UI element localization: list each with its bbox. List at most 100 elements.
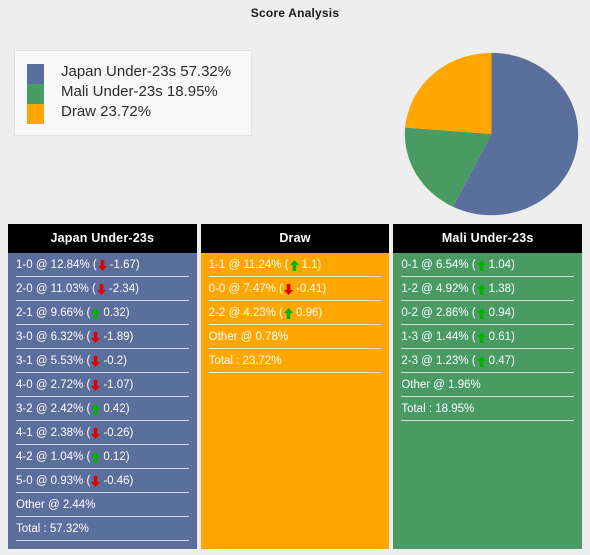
- score-row[interactable]: 1-1 @ 11.24% ( 1.1): [208, 253, 382, 277]
- score-row-delta: -2.34): [108, 282, 139, 295]
- column-header-draw: Draw: [200, 224, 390, 253]
- score-row-delta: 0.42): [103, 402, 130, 415]
- score-row[interactable]: 2-0 @ 11.03% (-2.34): [16, 277, 189, 301]
- score-row[interactable]: 3-0 @ 6.32% ( -1.89): [16, 325, 189, 349]
- score-row[interactable]: 3-1 @ 5.53% ( -0.2): [16, 349, 189, 373]
- score-row-delta: 0.94): [488, 306, 515, 319]
- score-row-text: 3-0 @ 6.32% (: [16, 330, 91, 343]
- score-row[interactable]: Other @ 2.44%: [16, 493, 189, 517]
- score-row-delta: 1.04): [488, 258, 515, 271]
- arrow-up-icon: [91, 308, 101, 319]
- arrow-up-icon: [91, 404, 101, 415]
- score-analysis-chart: Japan Under-23s 57.32% Mali Under-23s 18.…: [0, 22, 590, 220]
- score-row[interactable]: Total : 57.32%: [16, 517, 189, 541]
- score-row-text: 1-3 @ 1.44% (: [401, 330, 476, 343]
- score-row-text: 0-0 @ 7.47% (: [208, 282, 283, 295]
- score-row-text: 3-1 @ 5.53% (: [16, 354, 91, 367]
- score-row-delta: -0.26): [103, 426, 134, 439]
- arrow-up-icon: [476, 260, 486, 271]
- page-title: Score Analysis: [250, 6, 340, 20]
- score-row-text: Total : 23.72%: [208, 354, 282, 367]
- score-row-text: Other @ 2.44%: [16, 498, 96, 511]
- score-row-delta: 0.96): [296, 306, 323, 319]
- arrow-up-icon: [476, 356, 486, 367]
- arrow-down-icon: [97, 260, 107, 271]
- score-row[interactable]: 2-1 @ 9.66% ( 0.32): [16, 301, 189, 325]
- score-row[interactable]: 0-2 @ 2.86% (0.94): [401, 301, 575, 325]
- score-row-text: Other @ 1.96%: [401, 378, 481, 391]
- arrow-up-icon: [91, 452, 101, 463]
- score-row[interactable]: Other @ 0.78%: [208, 325, 382, 349]
- arrow-up-icon: [476, 332, 486, 343]
- arrow-down-icon: [91, 356, 101, 367]
- score-row[interactable]: 0-0 @ 7.47% ( -0.41): [208, 277, 382, 301]
- arrow-down-icon: [91, 332, 101, 343]
- score-row[interactable]: 0-1 @ 6.54% ( 1.04): [401, 253, 575, 277]
- arrow-up-icon: [476, 308, 486, 319]
- score-row-text: 1-2 @ 4.92% (: [401, 282, 476, 295]
- score-row-delta: 0.47): [488, 354, 515, 367]
- score-row-text: 4-0 @ 2.72% (: [16, 378, 91, 391]
- score-row-text: 2-3 @ 1.23% (: [401, 354, 476, 367]
- score-row[interactable]: 2-2 @ 4.23% ( 0.96): [208, 301, 382, 325]
- legend-item-label: Mali Under-23s 18.95%: [61, 83, 218, 100]
- score-row-text: Other @ 0.78%: [208, 330, 289, 343]
- score-row-delta: 0.61): [488, 330, 515, 343]
- score-column-body-japan: 1-0 @ 12.84% ( -1.67) 2-0 @ 11.03% (-2.34)…: [8, 253, 197, 549]
- score-row-delta: -0.2): [103, 354, 127, 367]
- score-row[interactable]: 4-1 @ 2.38% ( -0.26): [16, 421, 189, 445]
- score-row-delta: 1.1): [301, 258, 322, 271]
- score-row-text: 2-2 @ 4.23% (: [208, 306, 283, 319]
- arrow-down-icon: [284, 284, 293, 295]
- column-header-japan: Japan Under-23s: [8, 224, 197, 253]
- arrow-up-icon: [289, 260, 299, 271]
- score-row[interactable]: 1-0 @ 12.84% ( -1.67): [16, 253, 189, 277]
- score-row[interactable]: Total : 18.95%: [401, 397, 575, 421]
- pie-chart-svg: [404, 52, 579, 216]
- score-row-text: 2-1 @ 9.66% (: [16, 306, 91, 319]
- score-column-mali: Mali Under-23s 0-1 @ 6.54% ( 1.04) 1-2 @ 4.…: [393, 224, 583, 549]
- score-row-delta: -0.46): [103, 474, 134, 487]
- score-row-text: Total : 18.95%: [401, 402, 475, 415]
- chart-legend: Japan Under-23s 57.32% Mali Under-23s 18.…: [14, 50, 252, 136]
- score-column-japan: Japan Under-23s 1-0 @ 12.84% ( -1.67) 2-0 @…: [8, 224, 197, 549]
- legend-swatch-orange: [27, 104, 44, 124]
- score-row[interactable]: 3-2 @ 2.42% (0.42): [16, 397, 189, 421]
- column-header-mali: Mali Under-23s: [393, 224, 583, 253]
- score-column-body-draw: 1-1 @ 11.24% ( 1.1) 0-0 @ 7.47% ( -0.41) 2-2…: [200, 253, 390, 549]
- score-row-delta: 0.12): [103, 450, 130, 463]
- arrow-down-icon: [91, 380, 101, 391]
- arrow-down-icon: [91, 476, 101, 487]
- arrow-up-icon: [284, 308, 293, 319]
- score-row[interactable]: 4-2 @ 1.04% ( 0.12): [16, 445, 189, 469]
- arrow-down-icon: [91, 428, 101, 439]
- score-row-delta: -1.89): [103, 330, 134, 343]
- score-row[interactable]: 5-0 @ 0.93% (-0.46): [16, 469, 189, 493]
- score-row-delta: -0.41): [296, 282, 327, 295]
- legend-item-label: Japan Under-23s 57.32%: [61, 63, 232, 80]
- score-row[interactable]: 4-0 @ 2.72% ( -1.07): [16, 373, 189, 397]
- score-row[interactable]: Other @ 1.96%: [401, 373, 575, 397]
- score-row-text: 1-0 @ 12.84% (: [16, 258, 97, 271]
- score-row-text: 0-1 @ 6.54% (: [401, 258, 476, 271]
- pie-slice-draw: [405, 52, 492, 134]
- score-row-text: 4-1 @ 2.38% (: [16, 426, 91, 439]
- legend-swatch-group: [27, 64, 44, 124]
- score-row[interactable]: 1-3 @ 1.44% ( 0.61): [401, 325, 575, 349]
- legend-label-group: Japan Under-23s 57.32% Mali Under-23s 18.…: [61, 62, 231, 122]
- score-row-delta: 0.32): [103, 306, 130, 319]
- score-row-text: 1-1 @ 11.24% (: [208, 258, 289, 271]
- score-column-body-mali: 0-1 @ 6.54% ( 1.04) 1-2 @ 4.92% ( 1.38) 0-2 …: [393, 253, 583, 549]
- score-row-delta: -1.07): [103, 378, 134, 391]
- score-row-delta: -1.67): [109, 258, 140, 271]
- score-row[interactable]: Total : 23.72%: [208, 349, 382, 373]
- score-row-delta: 1.38): [488, 282, 515, 295]
- score-row-text: 4-2 @ 1.04% (: [16, 450, 91, 463]
- legend-swatch-green: [27, 84, 44, 104]
- arrow-up-icon: [476, 284, 486, 295]
- legend-item-label: Draw 23.72%: [61, 103, 152, 120]
- score-row[interactable]: 1-2 @ 4.92% ( 1.38): [401, 277, 575, 301]
- score-row[interactable]: 2-3 @ 1.23% ( 0.47): [401, 349, 575, 373]
- score-row-text: Total : 57.32%: [16, 522, 89, 535]
- arrow-down-icon: [96, 284, 106, 295]
